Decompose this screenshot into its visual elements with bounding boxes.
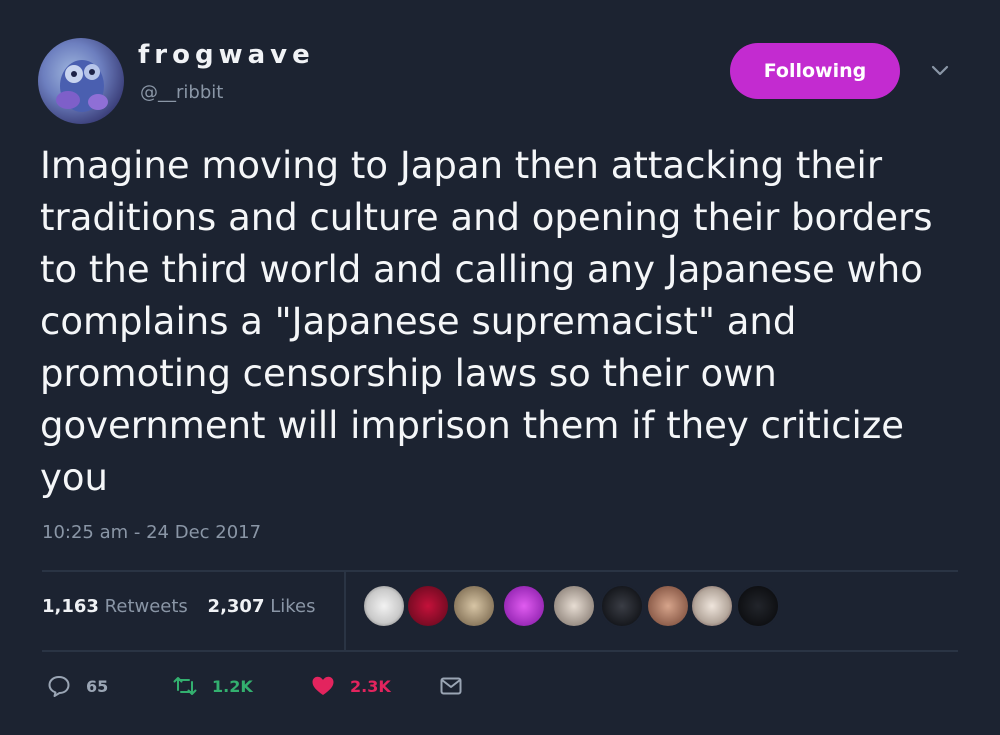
tweet-card: frogwave @__ribbit Following Imagine mov…	[0, 0, 1000, 735]
tweet-timestamp[interactable]: 10:25 am - 24 Dec 2017	[42, 522, 261, 543]
liker-avatar[interactable]	[502, 584, 546, 628]
liker-avatar[interactable]	[406, 584, 450, 628]
heart-icon	[312, 676, 334, 695]
liker-avatar[interactable]	[690, 584, 734, 628]
liker-avatar[interactable]	[600, 584, 644, 628]
tweet-text: Imagine moving to Japan then attacking t…	[40, 144, 933, 499]
divider	[42, 650, 958, 652]
liker-avatar[interactable]	[736, 584, 780, 628]
engagement-stats: 1,163 Retweets 2,307 Likes	[42, 596, 329, 617]
retweets-count: 1,163	[42, 596, 99, 617]
reply-count: 65	[86, 676, 109, 696]
liker-avatar[interactable]	[362, 584, 406, 628]
chevron-down-icon[interactable]	[928, 58, 952, 82]
user-handle[interactable]: @__ribbit	[140, 82, 223, 103]
likes-stat[interactable]: 2,307 Likes	[208, 596, 316, 617]
divider	[42, 570, 958, 572]
likes-label: Likes	[270, 596, 316, 617]
avatar[interactable]	[38, 38, 124, 124]
mail-icon	[440, 677, 462, 695]
retweets-stat[interactable]: 1,163 Retweets	[42, 596, 188, 617]
liker-avatar[interactable]	[646, 584, 690, 628]
retweet-icon	[173, 677, 197, 695]
like-button[interactable]: 2.3K	[310, 668, 391, 704]
likes-count: 2,307	[207, 596, 265, 617]
reply-button[interactable]: 65	[46, 668, 108, 704]
reply-icon	[48, 676, 70, 697]
display-name[interactable]: frogwave	[138, 40, 315, 70]
liker-avatar[interactable]	[552, 584, 596, 628]
direct-message-button[interactable]	[438, 668, 464, 704]
retweets-label: Retweets	[104, 596, 188, 617]
retweet-count: 1.2K	[212, 676, 253, 696]
retweet-button[interactable]: 1.2K	[172, 668, 253, 704]
following-button[interactable]: Following	[730, 43, 900, 99]
like-count: 2.3K	[350, 676, 391, 696]
divider	[344, 570, 346, 652]
liker-avatar[interactable]	[452, 584, 496, 628]
avatar-image	[56, 60, 108, 112]
